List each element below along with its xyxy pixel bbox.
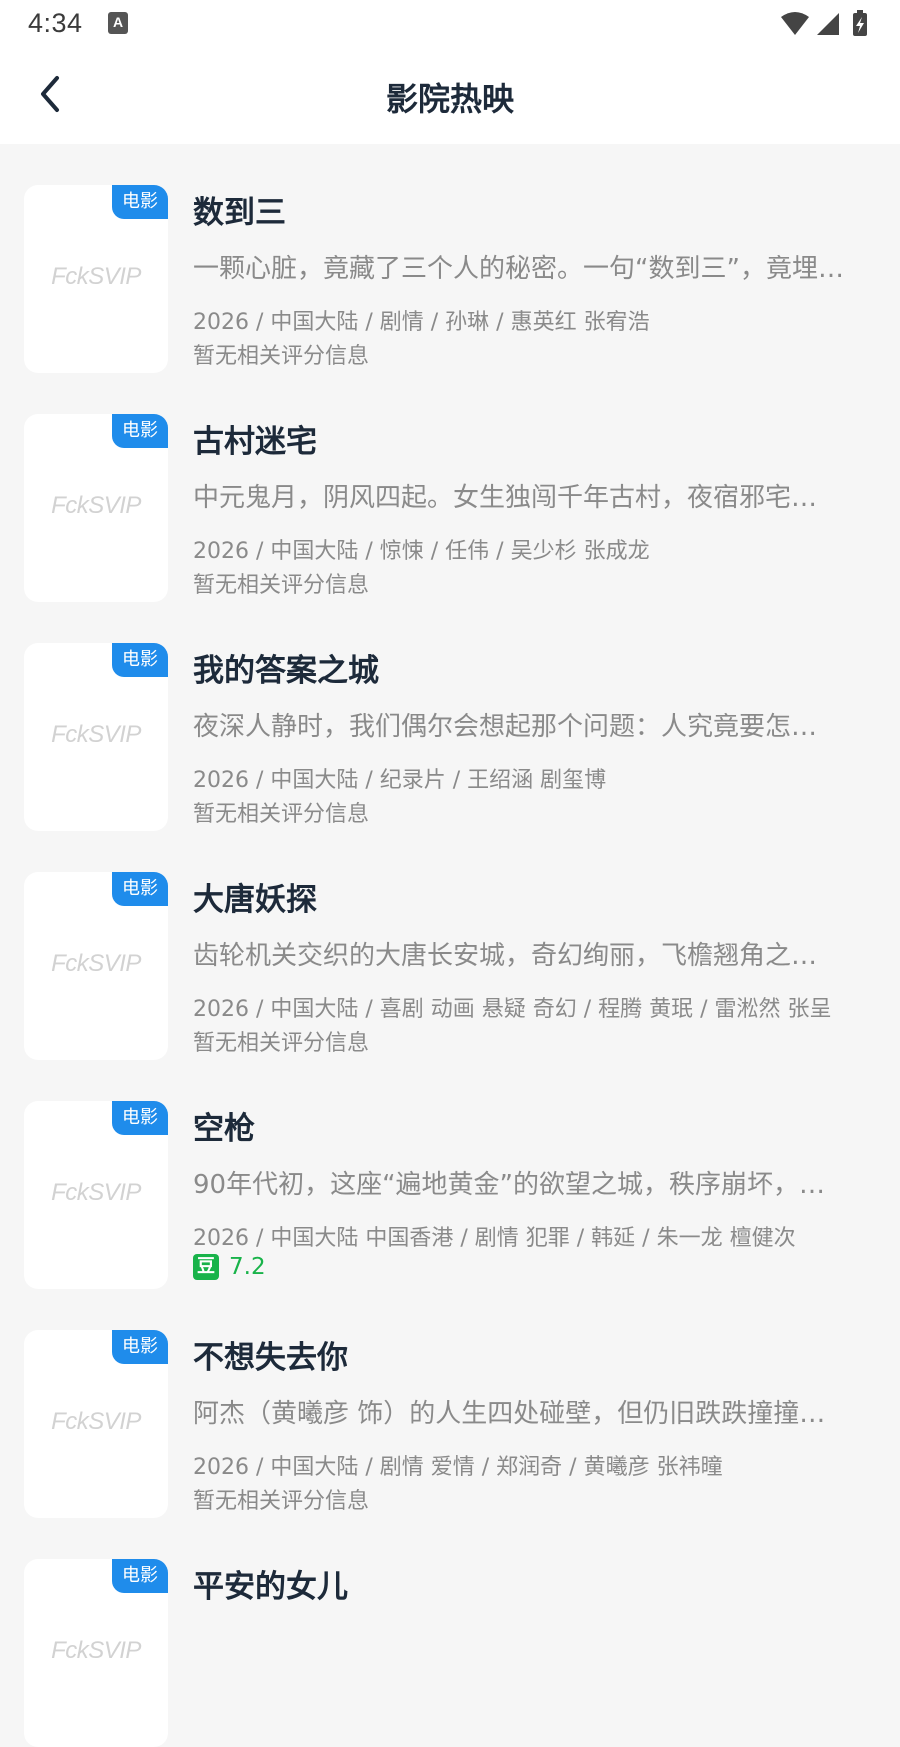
movie-item[interactable]: FckSVIP 电影 空枪 90年代初，这座“遍地黄金”的欲望之城，秩序崩坏，…… [0,1060,900,1289]
movie-meta: 2026 / 中国大陆 / 喜剧 动画 悬疑 奇幻 / 程腾 黄珉 / 雷淞然 … [193,997,832,1022]
rating-text: 暂无相关评分信息 [193,573,370,598]
rating-text: 暂无相关评分信息 [193,1031,370,1056]
movie-poster[interactable]: FckSVIP 电影 [24,1330,168,1518]
movie-poster[interactable]: FckSVIP 电影 [24,872,168,1060]
movie-description: 夜深人静时，我们偶尔会想起那个问题：人究竟要怎… [193,712,818,742]
douban-score: 7.2 [229,1254,266,1280]
notification-icon: A [108,12,128,34]
movie-poster[interactable]: FckSVIP 电影 [24,1559,168,1747]
movie-title: 不想失去你 [193,1340,348,1376]
signal-icon [817,13,839,35]
movie-title: 平安的女儿 [193,1569,348,1605]
category-badge: 电影 [112,643,168,677]
page-title: 影院热映 [385,80,514,118]
rating-info: 暂无相关评分信息 [193,567,369,599]
movie-title: 大唐妖探 [193,882,317,918]
movie-meta: 2026 / 中国大陆 中国香港 / 剧情 犯罪 / 韩延 / 朱一龙 檀健次 [193,1226,796,1251]
movie-item[interactable]: FckSVIP 电影 数到三 一颗心脏，竟藏了三个人的秘密。一句“数到三”，竟埋… [0,144,900,373]
movie-meta: 2026 / 中国大陆 / 剧情 爱情 / 郑润奇 / 黄曦彦 张祎曈 [193,1455,723,1480]
category-badge: 电影 [112,414,168,448]
movie-meta: 2026 / 中国大陆 / 惊悚 / 任伟 / 吴少杉 张成龙 [193,539,650,564]
category-badge: 电影 [112,872,168,906]
movie-title: 数到三 [193,195,286,231]
movie-description: 90年代初，这座“遍地黄金”的欲望之城，秩序崩坏，… [193,1170,826,1200]
movie-poster[interactable]: FckSVIP 电影 [24,1101,168,1289]
battery-icon [853,10,867,36]
header: 影院热映 [0,48,900,144]
category-badge: 电影 [112,1101,168,1135]
poster-placeholder-logo: FckSVIP [51,721,141,748]
poster-placeholder-logo: FckSVIP [51,1179,141,1206]
rating-text: 暂无相关评分信息 [193,1489,370,1514]
movie-poster[interactable]: FckSVIP 电影 [24,643,168,831]
movie-item[interactable]: FckSVIP 电影 我的答案之城 夜深人静时，我们偶尔会想起那个问题：人究竟要… [0,602,900,831]
douban-icon: 豆 [193,1254,219,1280]
movie-meta: 2026 / 中国大陆 / 纪录片 / 王绍涵 剧玺博 [193,768,607,793]
status-time: 4:34 [28,8,83,38]
movie-item[interactable]: FckSVIP 电影 不想失去你 阿杰（黄曦彦 饰）的人生四处碰壁，但仍旧跌跌撞… [0,1289,900,1518]
movie-description: 齿轮机关交织的大唐长安城，奇幻绚丽，飞檐翘角之… [193,941,818,971]
poster-placeholder-logo: FckSVIP [51,1637,141,1664]
rating-info: 暂无相关评分信息 [193,338,369,370]
movie-description: 阿杰（黄曦彦 饰）的人生四处碰壁，但仍旧跌跌撞撞… [193,1399,826,1429]
poster-placeholder-logo: FckSVIP [51,950,141,977]
movie-title: 我的答案之城 [193,653,379,689]
poster-placeholder-logo: FckSVIP [51,492,141,519]
rating-info: 暂无相关评分信息 [193,1483,369,1515]
status-bar: 4:34 A [0,0,900,48]
category-badge: 电影 [112,185,168,219]
movie-item[interactable]: FckSVIP 电影 古村迷宅 中元鬼月，阴风四起。女生独闯千年古村，夜宿邪宅…… [0,373,900,602]
status-icons [779,10,874,38]
movie-title: 空枪 [193,1111,255,1147]
rating-info: 豆 7.2 [193,1254,266,1280]
rating-info: 暂无相关评分信息 [193,1025,369,1057]
poster-placeholder-logo: FckSVIP [51,263,141,290]
movie-description: 中元鬼月，阴风四起。女生独闯千年古村，夜宿邪宅… [193,483,818,513]
movie-item[interactable]: FckSVIP 电影 平安的女儿 [0,1518,900,1747]
rating-text: 暂无相关评分信息 [193,344,370,369]
poster-placeholder-logo: FckSVIP [51,1408,141,1435]
category-badge: 电影 [112,1330,168,1364]
movie-poster[interactable]: FckSVIP 电影 [24,414,168,602]
movie-poster[interactable]: FckSVIP 电影 [24,185,168,373]
wifi-icon [781,12,809,35]
movie-description: 一颗心脏，竟藏了三个人的秘密。一句“数到三”，竟埋… [193,254,844,284]
rating-info: 暂无相关评分信息 [193,796,369,828]
category-badge: 电影 [112,1559,168,1593]
movie-title: 古村迷宅 [193,424,317,460]
rating-text: 暂无相关评分信息 [193,802,370,827]
movie-meta: 2026 / 中国大陆 / 剧情 / 孙琳 / 惠英红 张宥浩 [193,310,650,335]
movie-item[interactable]: FckSVIP 电影 大唐妖探 齿轮机关交织的大唐长安城，奇幻绚丽，飞檐翘角之…… [0,831,900,1060]
